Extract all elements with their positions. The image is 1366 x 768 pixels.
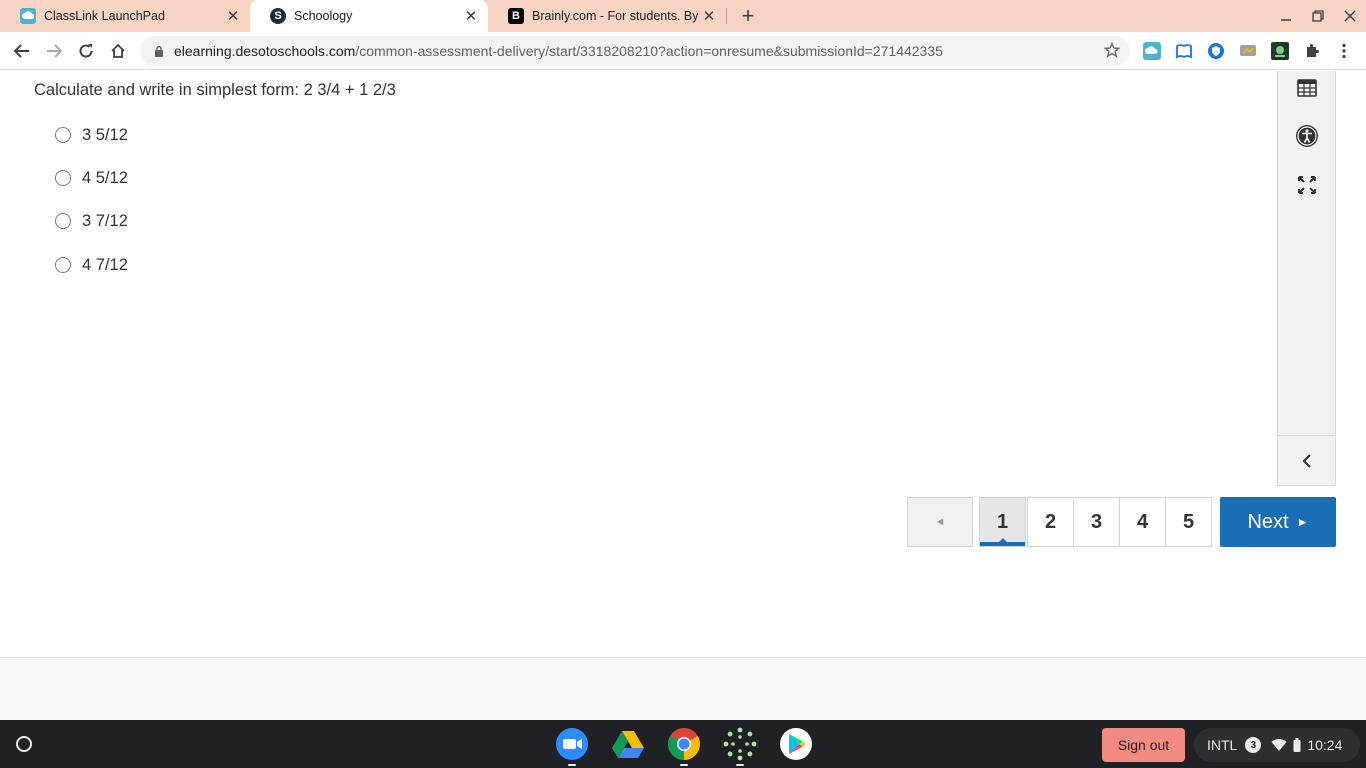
input-method-label: INTL xyxy=(1207,737,1238,753)
url-text: elearning.desotoschools.com/common-asses… xyxy=(174,43,943,59)
answer-option-4[interactable]: 4 7/12 xyxy=(55,254,128,276)
accessibility-icon[interactable] xyxy=(1294,123,1320,149)
running-indicator xyxy=(736,764,744,766)
classlink-extension-icon[interactable] xyxy=(1143,42,1161,60)
sign-out-button[interactable]: Sign out xyxy=(1102,728,1185,762)
reload-icon[interactable] xyxy=(74,39,98,63)
previous-page-button[interactable]: ◄ xyxy=(907,497,973,547)
tab-brainly[interactable]: B Brainly.com - For students. By student… xyxy=(488,0,726,32)
tab-title: Brainly.com - For students. By students xyxy=(532,9,698,23)
new-tab-icon[interactable]: + xyxy=(736,3,760,28)
bookmark-star-icon[interactable] xyxy=(1104,42,1120,58)
assessment-page: Calculate and write in simplest form: 2 … xyxy=(0,71,1366,657)
running-indicator xyxy=(680,764,688,766)
calendar-icon[interactable] xyxy=(1294,74,1320,100)
wifi-icon xyxy=(1271,738,1287,752)
answer-label: 3 7/12 xyxy=(82,211,128,230)
next-label: Next xyxy=(1247,510,1289,533)
dark-extension-icon[interactable] xyxy=(1271,42,1289,60)
next-arrow-icon: ► xyxy=(1296,515,1309,529)
tab-schoology[interactable]: S Schoology ✕ xyxy=(250,0,488,32)
radio-button[interactable] xyxy=(55,170,71,186)
running-indicator xyxy=(568,764,576,766)
forward-arrow-icon[interactable] xyxy=(42,39,66,63)
chevron-left-icon xyxy=(1301,453,1311,468)
browser-toolbar: elearning.desotoschools.com/common-asses… xyxy=(0,32,1366,70)
answer-label: 4 7/12 xyxy=(82,255,128,274)
google-drive-app-icon[interactable] xyxy=(611,727,645,761)
chromeos-shelf: Sign out INTL 3 10:24 xyxy=(0,720,1366,768)
notification-count-badge: 3 xyxy=(1245,737,1262,753)
answer-label: 3 5/12 xyxy=(82,125,128,144)
close-window-icon[interactable] xyxy=(1340,6,1360,26)
page-button-2[interactable]: 2 xyxy=(1027,497,1074,547)
read-write-extension-icon[interactable] xyxy=(1175,42,1193,60)
status-tray[interactable]: INTL 3 10:24 xyxy=(1194,728,1360,762)
answer-option-2[interactable]: 4 5/12 xyxy=(55,167,128,189)
tab-title: Schoology xyxy=(294,9,353,23)
chrome-app-icon[interactable] xyxy=(667,727,701,766)
shield-extension-icon[interactable] xyxy=(1207,42,1225,60)
answer-label: 4 5/12 xyxy=(82,168,128,187)
classlink-icon xyxy=(20,8,36,24)
next-button[interactable]: Next ► xyxy=(1220,497,1336,547)
answer-option-1[interactable]: 3 5/12 xyxy=(55,124,128,146)
page-button-1[interactable]: 1 xyxy=(979,497,1026,547)
brainly-icon: B xyxy=(508,8,524,24)
close-tab-icon[interactable]: ✕ xyxy=(460,5,482,27)
close-tab-icon[interactable]: ✕ xyxy=(222,5,244,27)
close-tab-icon[interactable]: ✕ xyxy=(698,5,720,27)
page-button-4[interactable]: 4 xyxy=(1119,497,1166,547)
tab-separator xyxy=(726,8,727,24)
tab-title: ClassLink LaunchPad xyxy=(44,9,165,23)
restore-icon[interactable] xyxy=(1308,6,1328,26)
play-store-app-icon[interactable] xyxy=(779,727,813,761)
tools-side-panel xyxy=(1277,71,1336,486)
tab-strip: ClassLink LaunchPad ✕ S Schoology ✕ B Br… xyxy=(0,0,1366,32)
page-button-5[interactable]: 5 xyxy=(1165,497,1212,547)
battery-icon xyxy=(1293,738,1301,752)
screen-extension-icon[interactable] xyxy=(1239,42,1257,60)
collapse-panel-button[interactable] xyxy=(1278,435,1335,485)
page-footer xyxy=(0,657,1366,720)
fullscreen-icon[interactable] xyxy=(1294,172,1320,198)
launcher-icon[interactable] xyxy=(12,732,36,756)
tab-classlink[interactable]: ClassLink LaunchPad ✕ xyxy=(0,0,250,32)
question-prompt: Calculate and write in simplest form: 2 … xyxy=(34,81,396,99)
radio-button[interactable] xyxy=(55,257,71,273)
url-path: /common-assessment-delivery/start/331820… xyxy=(355,43,943,59)
zoom-app-icon[interactable] xyxy=(555,727,589,766)
schoology-icon: S xyxy=(270,8,286,24)
minimize-icon[interactable] xyxy=(1276,6,1296,26)
answer-option-3[interactable]: 3 7/12 xyxy=(55,210,128,232)
page-button-3[interactable]: 3 xyxy=(1073,497,1120,547)
radio-button[interactable] xyxy=(55,127,71,143)
address-bar[interactable]: elearning.desotoschools.com/common-asses… xyxy=(140,36,1130,66)
dotted-circle-app-icon[interactable] xyxy=(723,727,757,766)
radio-button[interactable] xyxy=(55,213,71,229)
clock: 10:24 xyxy=(1307,737,1343,753)
url-host: elearning.desotoschools.com xyxy=(174,43,356,59)
puzzle-extensions-icon[interactable] xyxy=(1303,42,1321,60)
home-icon[interactable] xyxy=(106,39,130,63)
kebab-menu-icon[interactable] xyxy=(1335,42,1353,60)
lock-icon xyxy=(154,45,164,57)
back-arrow-icon[interactable] xyxy=(10,39,34,63)
